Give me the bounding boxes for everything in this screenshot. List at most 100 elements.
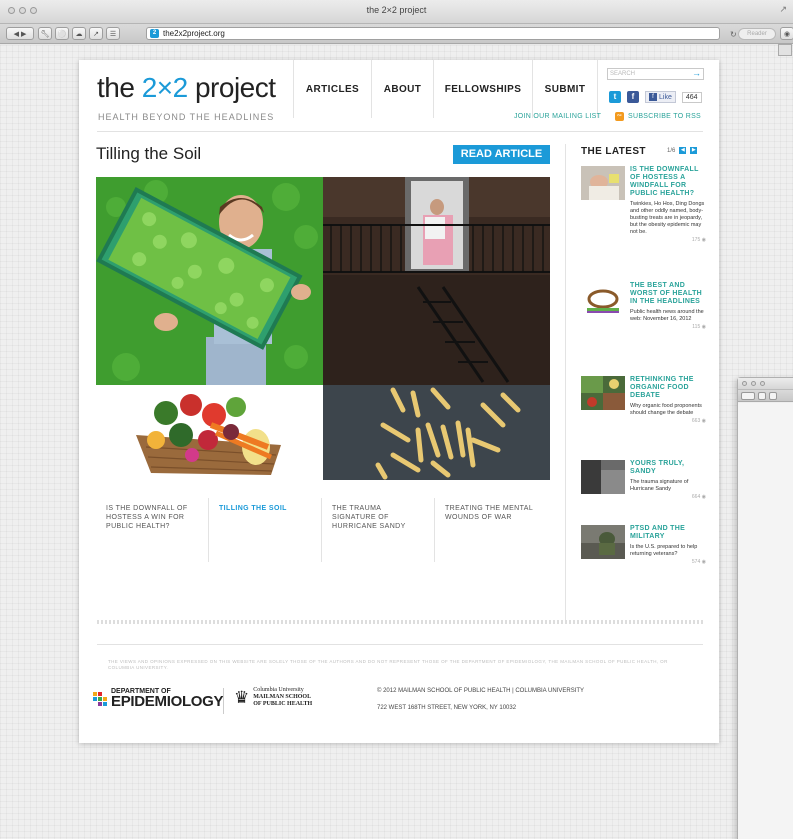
latest-heading: THE LATEST [581,146,646,157]
reader-button[interactable]: Reader [738,28,776,40]
bookmarks-icon[interactable]: ☰ [106,27,120,40]
view-count: 664 ◉ [630,494,706,500]
latest-title[interactable]: RETHINKING THE ORGANIC FOOD DEBATE [630,376,706,400]
latest-title[interactable]: THE BEST AND WORST OF HEALTH IN THE HEAD… [630,282,706,306]
site-favicon-icon: 2 [150,29,159,38]
view-count: 175 ◉ [630,237,706,243]
mailing-list-link[interactable]: JOIN OUR MAILING LIST [514,113,601,120]
latest-thumbnail [581,525,625,559]
nav-articles[interactable]: ARTICLES [293,60,371,118]
latest-item[interactable]: RETHINKING THE ORGANIC FOOD DEBATE Why o… [581,376,706,446]
search-input[interactable]: SEARCH → [607,68,704,80]
stop-icon[interactable]: ⚪ [55,27,69,40]
pager-prev-icon[interactable]: ◀ [679,147,687,154]
address-bar[interactable]: 2 the2x2project.org [146,27,720,40]
facebook-like-icon: f [649,93,657,101]
like-count: 464 [681,91,702,103]
crown-icon: ♛ [234,687,250,707]
nav-about[interactable]: ABOUT [371,60,433,118]
search-placeholder: SEARCH [610,71,636,77]
pager-next-icon[interactable]: ▶ [690,147,698,154]
latest-thumbnail [581,376,625,410]
view-count-value: 574 [691,559,701,565]
background-window-titlebar [738,378,793,390]
background-stop-icon[interactable] [769,392,777,400]
background-wrench-icon[interactable] [758,392,766,400]
photo-vegetable-basket[interactable] [96,385,323,480]
wrench-icon[interactable]: 🔧︎ [38,27,52,40]
extra-toolbar-button[interactable]: ◉ [780,27,793,40]
latest-title[interactable]: IS THE DOWNFALL OF HOSTESS A WINDFALL FO… [630,166,706,198]
rss-icon: ∾ [615,112,624,121]
reload-icon[interactable]: ↻ [730,30,737,39]
site-tagline: HEALTH BEYOND THE HEADLINES [98,112,275,122]
latest-desc: Is the U.S. prepared to help returning v… [630,544,698,557]
eye-icon: ◉ [701,418,706,424]
footer-dashed-rule [97,620,703,624]
fullscreen-icon[interactable]: ↗ [779,4,787,15]
facebook-like-button[interactable]: f Like [645,91,676,103]
logo-prefix: the [97,72,142,103]
background-back-forward-buttons[interactable] [741,392,755,400]
background-browser-window[interactable] [737,377,793,839]
background-window-controls[interactable] [742,381,765,386]
related-article-hostess[interactable]: IS THE DOWNFALL OF HOSTESS A WIN FOR PUB… [96,498,209,562]
related-article-tilling[interactable]: TILLING THE SOIL [209,498,322,562]
search-arrow-icon[interactable]: → [692,68,701,78]
read-article-button[interactable]: READ ARTICLE [453,145,550,164]
tab-overflow-button[interactable] [778,44,792,56]
share-icon[interactable]: ↗ [89,27,103,40]
latest-desc: Why organic food proponents should chang… [630,403,702,416]
related-article-war[interactable]: TREATING THE MENTAL WOUNDS OF WAR [435,498,548,562]
facebook-icon[interactable]: f [627,91,639,103]
related-article-sandy[interactable]: THE TRAUMA SIGNATURE OF HURRICANE SANDY [322,498,435,562]
header-divider [97,131,703,132]
site-logo[interactable]: the 2×2 project [97,72,276,104]
latest-title[interactable]: PTSD AND THE MILITARY [630,525,706,541]
back-forward-buttons[interactable]: ◀ ▶ [6,27,34,40]
rss-link[interactable]: ∾ SUBSCRIBE TO RSS [615,112,701,121]
footer-logo-divider [223,688,224,714]
epidemiology-logo[interactable]: DEPARTMENT OF EPIDEMIOLOGY [93,688,224,710]
eye-icon: ◉ [701,324,706,330]
rss-label: SUBSCRIBE TO RSS [628,113,702,120]
site-page: the 2×2 project HEALTH BEYOND THE HEADLI… [79,60,719,743]
latest-item[interactable]: IS THE DOWNFALL OF HOSTESS A WINDFALL FO… [581,166,706,266]
nav-submit[interactable]: SUBMIT [532,60,598,118]
address-url: the2x2project.org [163,29,225,38]
latest-item[interactable]: PTSD AND THE MILITARY Is the U.S. prepar… [581,525,706,585]
footer-address: 722 WEST 168TH STREET, NEW YORK, NY 1003… [377,705,517,711]
latest-pager: 1/6 ◀ ▶ [667,147,698,154]
columbia-mailman-logo[interactable]: ♛ Columbia University MAILMAN SCHOOL OF … [234,687,312,708]
view-count-value: 663 [691,418,701,424]
background-window-toolbar [738,390,793,402]
logo-2x2: 2×2 [141,72,189,103]
view-count: 574 ◉ [630,559,706,565]
view-count-value: 115 [692,324,701,330]
latest-desc: The trauma signature of Hurricane Sandy [630,479,689,492]
latest-thumbnail [581,460,625,494]
cu-line1: Columbia University [253,687,304,693]
main-nav: ARTICLES ABOUT FELLOWSHIPS SUBMIT [293,60,598,120]
dept-line2: EPIDEMIOLOGY [111,693,224,710]
sidebar-divider [565,144,566,620]
latest-thumbnail [581,282,625,316]
twitter-icon[interactable]: t [609,91,621,103]
nav-fellowships[interactable]: FELLOWSHIPS [433,60,532,118]
epidemiology-logo-mark [93,691,107,706]
latest-item[interactable]: THE BEST AND WORST OF HEALTH IN THE HEAD… [581,282,706,362]
view-count: 115 ◉ [630,324,706,330]
photo-woman-reading-on-fire-escape[interactable] [323,177,550,385]
footer-disclaimer: THE VIEWS AND OPINIONS EXPRESSED ON THIS… [108,659,668,670]
latest-title[interactable]: YOURS TRULY, SANDY [630,460,706,476]
like-label: Like [659,93,672,101]
window-title: the 2×2 project [366,5,427,15]
social-links: t f f Like 464 [609,91,702,103]
cu-line2: MAILMAN SCHOOL [253,694,312,700]
related-articles: IS THE DOWNFALL OF HOSTESS A WIN FOR PUB… [96,498,550,562]
latest-item[interactable]: YOURS TRULY, SANDY The trauma signature … [581,460,706,520]
cloud-icon[interactable]: ☁ [72,27,86,40]
photo-french-fries[interactable] [323,385,550,480]
footer-divider [97,644,703,645]
photo-man-with-seedling-tray[interactable] [96,177,323,385]
